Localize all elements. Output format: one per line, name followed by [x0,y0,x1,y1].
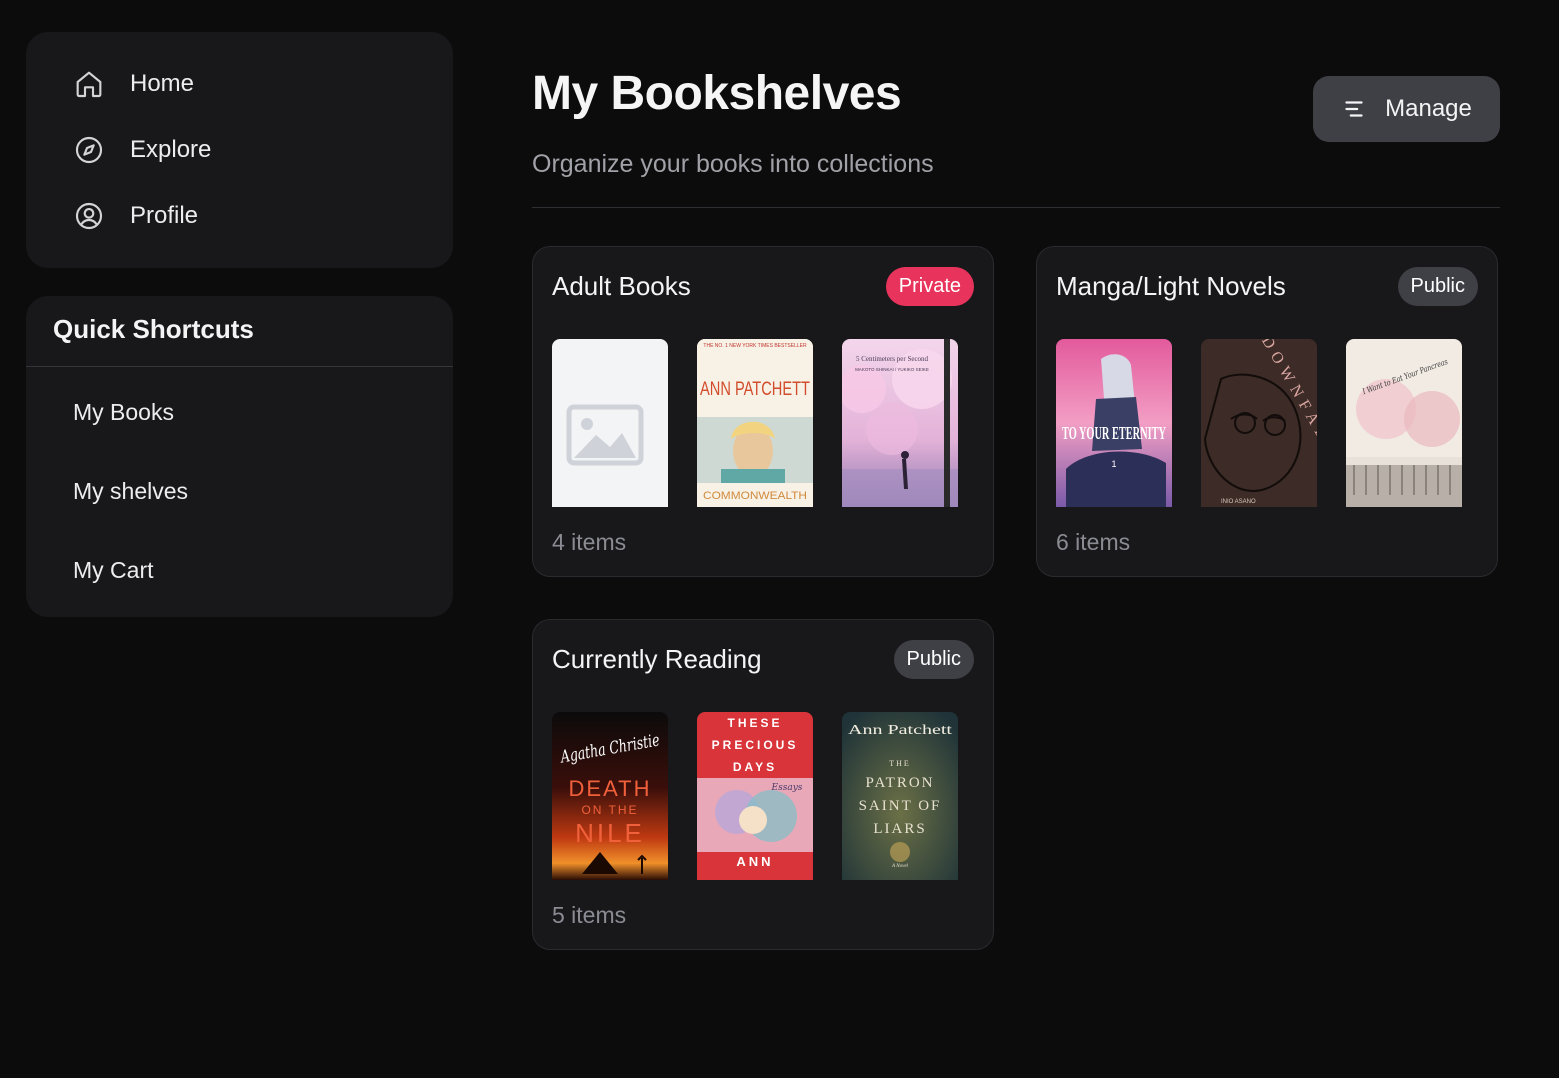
manage-button[interactable]: Manage [1313,76,1500,142]
book-title-line: PRECIOUS [712,738,799,752]
book-cover[interactable]: Ann Patchett THE PATRON SAINT OF LIARS A… [842,712,958,880]
nav-item-label: Home [130,70,195,97]
manage-button-label: Manage [1385,95,1472,122]
book-author: Ann Patchett [848,723,952,738]
book-cover[interactable]: THESE PRECIOUS DAYS Essays ANN [697,712,813,880]
nav-item-label: Explore [130,136,212,163]
visibility-badge: Public [893,640,974,679]
home-icon [72,67,106,101]
page-title: My Bookshelves [532,67,902,120]
book-title-line: SAINT OF [859,798,942,814]
book-title-line: DEATH [569,776,652,801]
book-subtitle: A Novel [891,864,908,869]
page-subtitle: Organize your books into collections [532,150,934,178]
item-count: 5 items [552,902,627,928]
divider [26,366,453,367]
quick-shortcuts-panel: Quick Shortcuts My Books My shelves My C… [26,296,453,617]
user-circle-icon [72,199,106,233]
item-count: 4 items [552,529,627,555]
shelf-name: Adult Books [552,271,691,301]
book-cover[interactable]: Agatha Christie DEATH ON THE NILE [552,712,668,880]
shelf-card-manga-light-novels[interactable]: Manga/Light Novels Public TO YOUR ETERNI… [1036,246,1498,577]
book-cover[interactable]: I Want to Eat Your Pancreas [1346,339,1462,507]
shelf-name: Currently Reading [552,644,762,674]
book-title: COMMONWEALTH [703,490,807,502]
book-cover[interactable]: 5 Centimeters per Second MAKOTO SHINKAI … [842,339,958,507]
book-title-line: DAYS [733,760,777,774]
book-title: TO YOUR ETERNITY [1062,423,1166,443]
book-title-line: NILE [575,818,645,848]
book-top-text: THE NO. 1 NEW YORK TIMES BESTSELLER [703,343,807,349]
nav-item-profile[interactable]: Profile [72,196,198,236]
visibility-badge: Public [1397,267,1478,306]
book-title-line: THE [889,759,911,768]
book-author: ANN [736,854,773,869]
shortcut-my-books[interactable]: My Books [73,399,174,426]
shortcut-my-shelves[interactable]: My shelves [73,478,188,505]
book-title: 5 Centimeters per Second [856,355,929,363]
visibility-badge: Private [885,267,974,306]
book-subtitle: Essays [771,783,803,793]
book-volume: 1 [1111,459,1116,469]
book-cover[interactable]: THE NO. 1 NEW YORK TIMES BESTSELLER ANN … [697,339,813,507]
nav-item-explore[interactable]: Explore [72,130,211,170]
nav-item-home[interactable]: Home [72,64,194,104]
cover-row: Agatha Christie DEATH ON THE NILE THESE … [552,712,958,880]
book-credits: MAKOTO SHINKAI / YUKIKO SEIKE [855,367,929,372]
book-cover[interactable]: DOWNFALL INIO ASANO [1201,339,1317,507]
book-title-line: THESE [727,716,782,730]
image-placeholder-icon [552,339,668,507]
book-title-line: LIARS [873,821,926,837]
book-title-line: PATRON [866,775,935,791]
header-divider [532,207,1500,208]
cover-row: THE NO. 1 NEW YORK TIMES BESTSELLER ANN … [552,339,958,507]
item-count: 6 items [1056,529,1131,555]
shelf-name: Manga/Light Novels [1056,271,1286,301]
book-author: ANN PATCHETT [700,379,810,400]
shelf-card-currently-reading[interactable]: Currently Reading Public Agatha Christie… [532,619,994,950]
list-filter-icon [1341,96,1367,122]
book-cover[interactable]: TO YOUR ETERNITY 1 [1056,339,1172,507]
shelf-card-adult-books[interactable]: Adult Books Private THE NO. 1 NEW YORK T… [532,246,994,577]
compass-icon [72,133,106,167]
shortcut-my-cart[interactable]: My Cart [73,557,154,584]
nav-item-label: Profile [130,202,199,229]
sidebar-nav: Home Explore Profile [26,32,453,268]
book-credits: INIO ASANO [1221,499,1256,505]
cover-row: TO YOUR ETERNITY 1 DOWNFALL INIO ASANO [1056,339,1462,507]
quick-shortcuts-title: Quick Shortcuts [53,314,254,344]
book-title-line: ON THE [581,803,638,817]
